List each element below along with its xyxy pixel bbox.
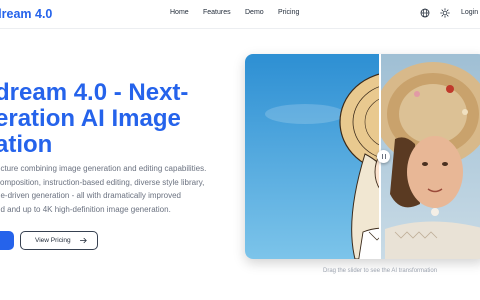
view-pricing-label: View Pricing [35, 237, 71, 244]
comparison-caption: Drag the slider to see the AI transforma… [323, 268, 438, 274]
nav-link-features[interactable]: Features [203, 9, 231, 16]
hero-description-line: ge-driven generation - all with dramatic… [0, 191, 181, 200]
hero-description: ecture combining image generation and ed… [0, 162, 206, 216]
before-after-comparison[interactable] [245, 54, 480, 259]
hero-title-line: ation [0, 131, 53, 158]
arrow-right-icon [79, 237, 87, 244]
nav-link-home[interactable]: Home [170, 9, 189, 16]
comparison-illustration [245, 54, 480, 259]
hero-description-line: ed and up to 4K high-definition image ge… [0, 204, 171, 214]
login-link[interactable]: Login [461, 9, 478, 16]
view-pricing-button[interactable]: View Pricing [20, 231, 98, 250]
hero-description-line: ecture combining image generation and ed… [0, 164, 207, 173]
hero-title-line: dream 4.0 - Next- [0, 79, 189, 106]
hero-title: dream 4.0 - Next- eration AI Image ation [0, 80, 188, 158]
nav-link-pricing[interactable]: Pricing [278, 9, 299, 16]
brand-logo-text[interactable]: dream 4.0 [0, 7, 52, 21]
hero-title-line: eration AI Image [0, 105, 181, 132]
nav-link-demo[interactable]: Demo [245, 9, 264, 16]
hero-description-line: composition, instruction-based editing, … [0, 177, 205, 187]
top-navbar: dream 4.0 Home Features Demo Pricing Log… [0, 0, 480, 29]
sun-icon[interactable] [440, 8, 450, 18]
pause-handle-icon[interactable] [377, 150, 390, 163]
primary-cta-button[interactable] [0, 231, 14, 250]
globe-icon[interactable] [420, 8, 430, 18]
